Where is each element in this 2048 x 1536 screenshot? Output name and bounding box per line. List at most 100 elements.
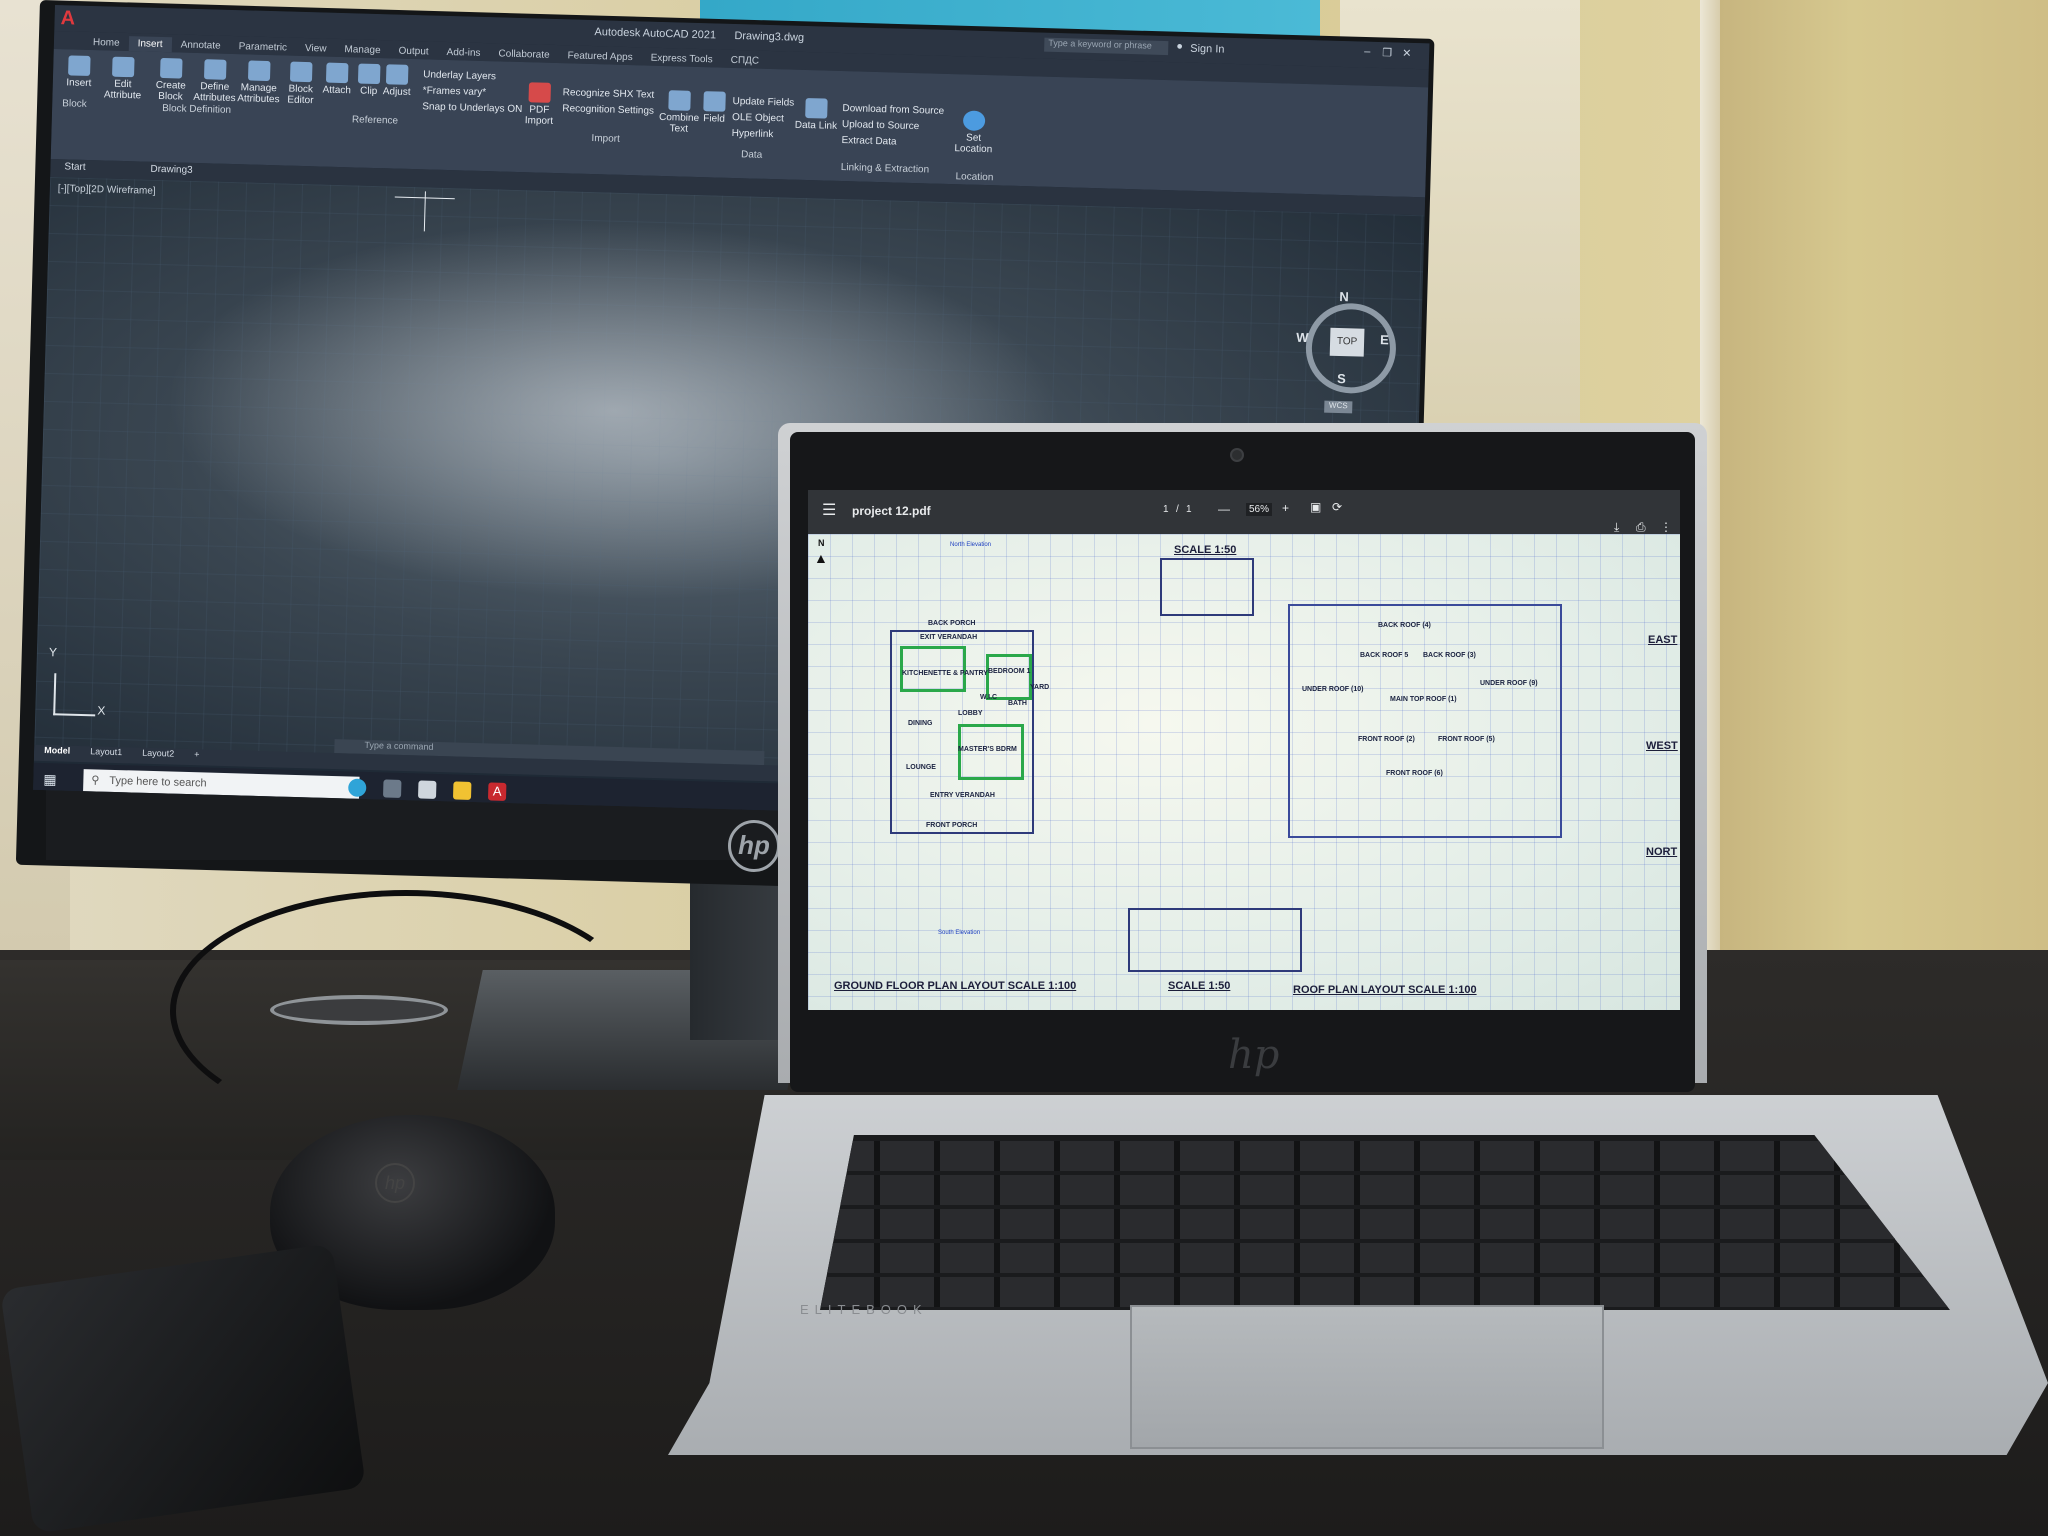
ole-object-button[interactable]: OLE Object xyxy=(732,112,784,124)
tab-layout1[interactable]: Layout1 xyxy=(80,746,132,757)
key-row[interactable] xyxy=(820,1209,1950,1239)
west-elevation-title: WEST xyxy=(1646,740,1678,752)
create-block-button[interactable]: Create Block xyxy=(148,57,193,103)
user-icon[interactable]: ● xyxy=(1176,40,1183,52)
kitchen-wall xyxy=(900,646,966,692)
tab-output[interactable]: Output xyxy=(389,43,437,59)
webcam xyxy=(1230,448,1244,462)
sign-in-button[interactable]: Sign In xyxy=(1190,43,1225,56)
room-bedroom-1: BEDROOM 1 xyxy=(988,668,1031,675)
print-icon[interactable]: ⎙ xyxy=(1636,520,1646,535)
south-elevation-label: South Elevation xyxy=(938,930,981,936)
tab-addins[interactable]: Add-ins xyxy=(437,45,489,61)
group-reference-label[interactable]: Reference xyxy=(352,114,398,126)
more-options-icon[interactable]: ⋮ xyxy=(1660,520,1672,534)
close-button[interactable]: ✕ xyxy=(1402,47,1412,60)
snap-to-underlays-dropdown[interactable]: Snap to Underlays ON xyxy=(422,101,522,115)
store-icon[interactable] xyxy=(383,779,402,798)
compass-s[interactable]: S xyxy=(1337,371,1346,386)
define-attributes-button[interactable]: Define Attributes xyxy=(192,59,237,104)
key-row[interactable] xyxy=(820,1141,1950,1171)
roof-plan xyxy=(1288,604,1562,838)
edge-icon[interactable] xyxy=(348,778,367,797)
extract-data-button[interactable]: Extract Data xyxy=(841,135,896,148)
restore-button[interactable]: ❐ xyxy=(1382,46,1392,59)
tab-insert[interactable]: Insert xyxy=(128,36,172,53)
zoom-in-button[interactable]: + xyxy=(1282,501,1289,515)
page-current[interactable]: 1 xyxy=(1163,504,1169,515)
tab-home[interactable]: Home xyxy=(84,35,129,51)
viewport-label[interactable]: [-][Top][2D Wireframe] xyxy=(58,183,156,197)
key-row[interactable] xyxy=(820,1175,1950,1205)
mail-icon[interactable] xyxy=(417,780,437,799)
frames-vary-dropdown[interactable]: *Frames vary* xyxy=(423,85,487,98)
tab-start[interactable]: Start xyxy=(64,161,85,173)
compass-w[interactable]: W xyxy=(1296,330,1309,345)
fit-page-icon[interactable]: ▣ xyxy=(1310,500,1321,514)
minimize-button[interactable]: – xyxy=(1364,46,1370,58)
update-fields-button[interactable]: Update Fields xyxy=(732,96,794,109)
tab-drawing3[interactable]: Drawing3 xyxy=(150,164,193,176)
zoom-level[interactable]: 56% xyxy=(1246,503,1273,516)
north-elevation-title: NORT xyxy=(1646,846,1678,858)
command-input[interactable]: Type a command xyxy=(364,740,433,752)
page-separator: / xyxy=(1176,504,1179,515)
rotate-icon[interactable]: ⟳ xyxy=(1332,500,1342,514)
create-block-icon xyxy=(160,57,183,79)
field-button[interactable]: Field xyxy=(692,91,737,125)
zoom-out-button[interactable]: — xyxy=(1218,502,1230,516)
north-elevation-label: North Elevation xyxy=(950,542,992,548)
wcs-menu[interactable]: WCS xyxy=(1324,400,1353,414)
roof-front-6: FRONT ROOF (6) xyxy=(1386,770,1443,777)
underlay-layers-button[interactable]: Underlay Layers xyxy=(423,69,496,82)
tab-manage[interactable]: Manage xyxy=(335,42,390,59)
recognize-shx-button[interactable]: Recognize SHX Text xyxy=(563,87,655,101)
tab-model[interactable]: Model xyxy=(34,745,80,756)
set-location-button[interactable]: Set Location xyxy=(951,110,996,155)
windows-start-icon[interactable]: ▦ xyxy=(43,771,59,787)
manage-attributes-button[interactable]: Manage Attributes xyxy=(236,60,281,105)
globe-icon xyxy=(962,110,986,132)
autocad-logo-icon[interactable]: A xyxy=(60,7,75,30)
roof-main-top-1: MAIN TOP ROOF (1) xyxy=(1390,696,1457,703)
recognition-settings-button[interactable]: Recognition Settings xyxy=(562,103,654,117)
roof-back-3: BACK ROOF (3) xyxy=(1423,652,1476,659)
tab-layout2[interactable]: Layout2 xyxy=(132,747,184,759)
tab-spds[interactable]: СПДС xyxy=(721,53,768,69)
autocad-taskbar-icon[interactable]: A xyxy=(487,782,507,801)
compass-n[interactable]: N xyxy=(1339,289,1349,304)
manage-attributes-icon xyxy=(247,60,271,82)
pdf-filename: project 12.pdf xyxy=(852,504,931,518)
add-layout-button[interactable]: + xyxy=(184,749,210,760)
touchpad[interactable] xyxy=(1130,1305,1604,1449)
scale-bottom-title: SCALE 1:50 xyxy=(1168,980,1231,992)
block-editor-icon xyxy=(289,61,313,83)
data-link-button[interactable]: Data Link xyxy=(794,97,839,132)
tab-annotate[interactable]: Annotate xyxy=(171,37,229,54)
key-row[interactable] xyxy=(820,1243,1950,1273)
hyperlink-button[interactable]: Hyperlink xyxy=(732,128,774,140)
upload-to-source-button[interactable]: Upload to Source xyxy=(842,119,920,132)
ground-floor-title: GROUND FLOOR PLAN LAYOUT SCALE 1:100 xyxy=(834,980,1077,992)
app-title: Autodesk AutoCAD 2021 xyxy=(594,26,717,42)
edit-attribute-button[interactable]: Edit Attribute xyxy=(100,56,145,101)
file-explorer-icon[interactable] xyxy=(452,781,472,800)
adjust-button[interactable]: Adjust xyxy=(375,64,420,98)
insert-icon xyxy=(68,55,91,77)
download-from-source-button[interactable]: Download from Source xyxy=(842,103,944,117)
file-title: Drawing3.dwg xyxy=(734,29,805,44)
menu-icon[interactable]: ☰ xyxy=(822,500,836,520)
elitebook-label: ELITEBOOK xyxy=(800,1302,928,1317)
insert-button[interactable]: Insert xyxy=(57,55,102,89)
tab-view[interactable]: View xyxy=(296,41,336,57)
room-dining: DINING xyxy=(908,720,933,727)
download-icon[interactable]: ⤓ xyxy=(1614,520,1619,535)
pdf-import-button[interactable]: PDF Import xyxy=(517,82,562,127)
viewcube-top[interactable]: TOP xyxy=(1329,327,1365,357)
keyboard[interactable] xyxy=(820,1135,1950,1310)
search-input[interactable]: Type a keyword or phrase xyxy=(1044,37,1169,56)
scale-top-title: SCALE 1:50 xyxy=(1174,544,1237,556)
compass-e[interactable]: E xyxy=(1380,332,1389,347)
key-row[interactable] xyxy=(820,1277,1950,1307)
group-block-definition-label[interactable]: Block Definition xyxy=(162,103,231,116)
